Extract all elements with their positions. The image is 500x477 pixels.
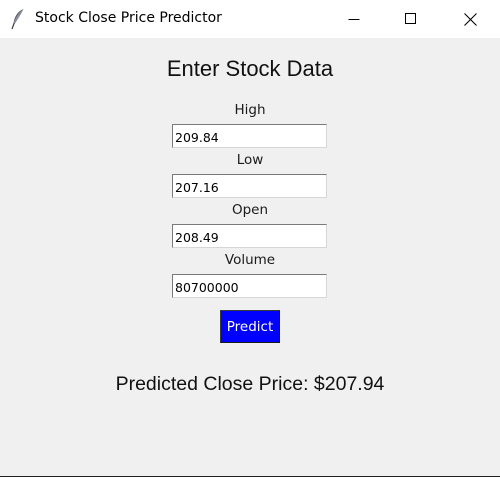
- title-bar[interactable]: Stock Close Price Predictor: [0, 0, 500, 38]
- high-label: High: [234, 102, 266, 118]
- maximize-button[interactable]: [382, 0, 440, 38]
- minimize-button[interactable]: [325, 0, 383, 38]
- low-input[interactable]: [172, 174, 327, 198]
- open-input[interactable]: [172, 224, 327, 248]
- close-icon: [463, 12, 477, 26]
- close-button[interactable]: [441, 0, 499, 38]
- feather-icon: [11, 9, 24, 30]
- high-input[interactable]: [172, 124, 327, 148]
- predict-button[interactable]: Predict: [220, 310, 280, 343]
- maximize-icon: [405, 13, 416, 24]
- window-title: Stock Close Price Predictor: [35, 10, 222, 26]
- low-label: Low: [236, 152, 264, 168]
- volume-label: Volume: [224, 252, 276, 268]
- prediction-result: Predicted Close Price: $207.94: [115, 373, 385, 395]
- minimize-icon: [348, 19, 360, 20]
- form-heading: Enter Stock Data: [166, 56, 334, 81]
- open-label: Open: [231, 202, 269, 218]
- app-window: Stock Close Price Predictor Enter Stock …: [0, 0, 500, 477]
- volume-input[interactable]: [172, 274, 327, 298]
- main-content: Enter Stock Data High Low Open Volume Pr…: [0, 38, 500, 476]
